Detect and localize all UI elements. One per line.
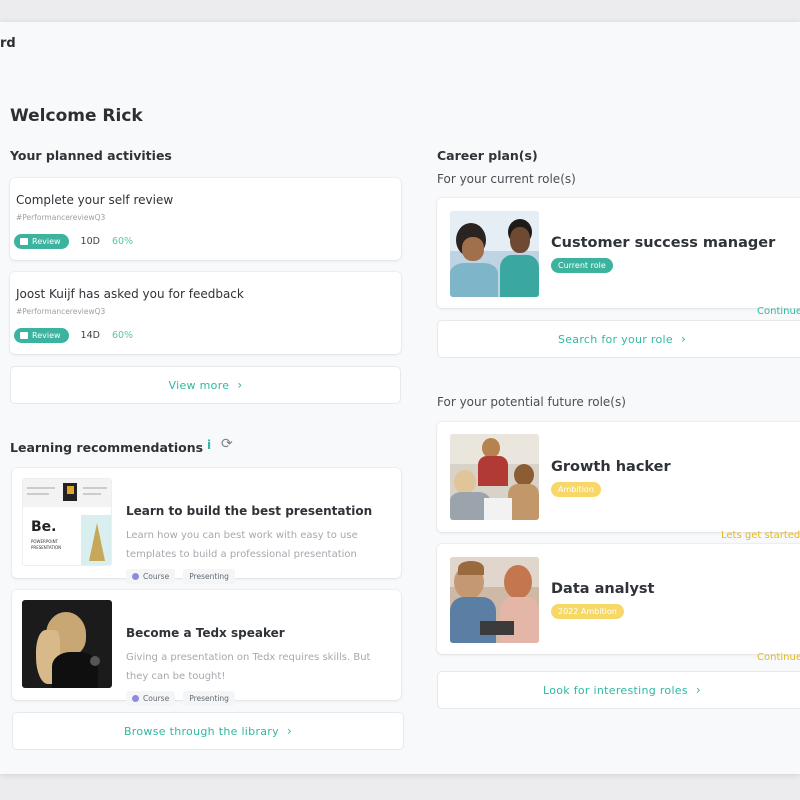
activities-title: Your planned activities (10, 148, 172, 163)
activity-card[interactable]: Complete your self review #Performancere… (10, 178, 401, 260)
continue-link[interactable]: Continue (757, 306, 800, 317)
learning-title: Learning recommendations (10, 440, 204, 455)
current-roles-label: For your current role(s) (437, 172, 576, 186)
learning-chips: Course Presenting (126, 569, 235, 584)
learning-item-description: Giving a presentation on Tedx requires s… (126, 652, 371, 682)
ambition-badge: 2022 Ambition (551, 604, 624, 619)
app-title: rd (0, 36, 16, 51)
refresh-icon[interactable]: ⟳ (221, 436, 233, 452)
review-badge: Review (14, 234, 69, 249)
view-more-button[interactable]: View more › (10, 366, 401, 404)
chat-icon (20, 332, 28, 339)
current-role-card[interactable]: Customer success manager Current role Co… (437, 198, 800, 317)
topic-chip: Presenting (183, 569, 235, 584)
future-role-card[interactable]: Growth hacker Ambition Lets get started (437, 422, 800, 541)
continue-link[interactable]: Continue (757, 652, 800, 663)
learning-card[interactable]: Become a Tedx speaker Giving a presentat… (12, 590, 401, 706)
role-thumbnail (450, 434, 539, 520)
chevron-right-icon: › (286, 724, 293, 738)
get-started-link[interactable]: Lets get started (721, 530, 800, 541)
activity-title: Complete your self review (16, 193, 174, 207)
activity-tag: #PerformancereviewQ3 (16, 213, 106, 222)
current-role-badge: Current role (551, 258, 613, 273)
progress-percent: 60% (111, 236, 134, 247)
learning-chips: Course Presenting (126, 691, 235, 706)
speaker-thumbnail (22, 600, 112, 688)
topic-chip: Presenting (183, 691, 235, 706)
chat-icon (20, 238, 28, 245)
welcome-heading: Welcome Rick (10, 106, 143, 126)
activity-card[interactable]: Joost Kuijf has asked you for feedback #… (10, 272, 401, 354)
role-title: Customer success manager (551, 235, 776, 251)
role-thumbnail (450, 557, 539, 643)
days-left: 10D (80, 236, 100, 247)
future-role-card[interactable]: Data analyst 2022 Ambition Continue (437, 544, 800, 663)
learning-item-title: Become a Tedx speaker (126, 626, 285, 640)
learning-item-description: Learn how you can best work with easy to… (126, 530, 358, 560)
days-left: 14D (80, 330, 100, 341)
activity-tag: #PerformancereviewQ3 (16, 307, 106, 316)
chevron-right-icon: › (680, 332, 687, 346)
role-title: Growth hacker (551, 459, 671, 475)
role-title: Data analyst (551, 581, 655, 597)
course-chip: Course (126, 569, 176, 584)
chevron-right-icon: › (695, 683, 702, 697)
dashboard-screen: rd Welcome Rick Your planned activities … (0, 22, 800, 774)
review-badge: Review (14, 328, 69, 343)
activity-title: Joost Kuijf has asked you for feedback (16, 287, 244, 301)
course-icon (132, 695, 139, 702)
role-thumbnail (450, 211, 539, 297)
presentation-thumbnail: Be. POWERPOINT PRESENTATION (22, 478, 112, 566)
course-chip: Course (126, 691, 176, 706)
future-roles-label: For your potential future role(s) (437, 395, 626, 409)
look-roles-button[interactable]: Look for interesting roles › (437, 671, 800, 709)
info-icon[interactable]: i (207, 438, 211, 452)
career-title: Career plan(s) (437, 148, 538, 163)
progress-percent: 60% (111, 330, 134, 341)
learning-item-title: Learn to build the best presentation (126, 504, 373, 518)
browse-library-button[interactable]: Browse through the library › (12, 712, 404, 750)
course-icon (132, 573, 139, 580)
learning-card[interactable]: Be. POWERPOINT PRESENTATION Learn to bui… (12, 468, 401, 584)
search-role-button[interactable]: Search for your role › (437, 320, 800, 358)
chevron-right-icon: › (237, 378, 243, 392)
ambition-badge: Ambition (551, 482, 601, 497)
